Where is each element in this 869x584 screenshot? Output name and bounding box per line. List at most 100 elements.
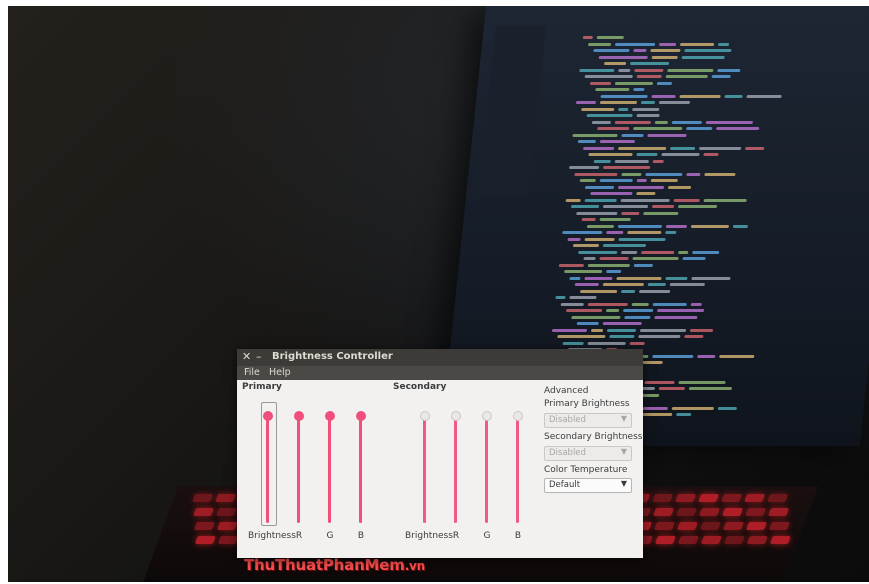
keyboard-key bbox=[746, 522, 767, 530]
close-icon[interactable]: ✕ bbox=[242, 350, 251, 363]
slider-knob[interactable] bbox=[420, 411, 430, 421]
slider-knob[interactable] bbox=[451, 411, 461, 421]
secondary-red-slider[interactable] bbox=[449, 411, 463, 523]
keyboard-key bbox=[699, 508, 721, 516]
code-line-segment bbox=[671, 406, 715, 410]
code-line-segment bbox=[569, 296, 597, 299]
code-line-segment bbox=[686, 172, 701, 176]
keyboard-key bbox=[194, 536, 216, 544]
secondary-blue-slider[interactable] bbox=[511, 411, 525, 523]
code-line-segment bbox=[667, 185, 692, 189]
code-line-segment bbox=[651, 55, 678, 59]
code-line-segment bbox=[661, 153, 700, 156]
code-line-segment bbox=[584, 237, 615, 241]
code-line-segment bbox=[679, 94, 721, 98]
code-line-segment bbox=[634, 68, 664, 72]
slider-knob[interactable] bbox=[294, 411, 304, 421]
secondary-brightness-slider[interactable] bbox=[418, 411, 432, 523]
keyboard-key bbox=[723, 522, 744, 530]
slider-track bbox=[266, 413, 269, 523]
code-line-segment bbox=[665, 231, 677, 234]
code-line-segment bbox=[682, 257, 706, 260]
code-line-segment bbox=[586, 224, 615, 228]
slider-knob[interactable] bbox=[263, 411, 273, 421]
code-line-segment bbox=[636, 114, 660, 117]
code-line-segment bbox=[602, 205, 649, 208]
keyboard-key bbox=[769, 522, 790, 530]
menu-help[interactable]: Help bbox=[269, 367, 291, 378]
code-line-segment bbox=[558, 263, 585, 267]
code-line-segment bbox=[639, 328, 687, 332]
code-line-segment bbox=[697, 354, 716, 358]
code-line-segment bbox=[564, 270, 603, 273]
code-line-segment bbox=[599, 101, 638, 104]
primary-green-slider[interactable] bbox=[323, 411, 337, 523]
code-line-segment bbox=[603, 62, 627, 65]
code-line-segment bbox=[590, 328, 604, 332]
code-line-segment bbox=[551, 328, 588, 332]
code-line-segment bbox=[719, 354, 755, 358]
code-line-segment bbox=[671, 120, 703, 124]
primary-b-label: B bbox=[357, 531, 365, 541]
keyboard-key bbox=[745, 508, 767, 516]
code-line-segment bbox=[716, 127, 760, 130]
code-line-segment bbox=[578, 250, 618, 254]
primary-red-slider[interactable] bbox=[292, 411, 306, 523]
code-line-segment bbox=[633, 49, 647, 52]
watermark-logo: ThuThuatPhanMem.vn bbox=[244, 556, 425, 574]
code-line-segment bbox=[574, 172, 618, 176]
keyboard-key bbox=[676, 508, 698, 516]
slider-knob[interactable] bbox=[513, 411, 523, 421]
code-line-segment bbox=[656, 309, 705, 312]
keyboard-key bbox=[215, 494, 237, 502]
primary-brightness-slider[interactable] bbox=[261, 411, 275, 523]
code-line-segment bbox=[614, 42, 656, 46]
code-line-segment bbox=[565, 309, 603, 312]
code-line-segment bbox=[632, 107, 660, 111]
code-line-segment bbox=[614, 120, 652, 124]
watermark-text: ThuThuatPhanMem bbox=[244, 556, 405, 574]
keyboard-key bbox=[769, 536, 791, 544]
code-line-segment bbox=[617, 224, 663, 228]
keyboard-key bbox=[216, 508, 238, 516]
slider-knob[interactable] bbox=[482, 411, 492, 421]
code-line-segment bbox=[582, 36, 593, 39]
slider-knob[interactable] bbox=[356, 411, 366, 421]
code-line-segment bbox=[658, 387, 686, 390]
keyboard-key bbox=[744, 494, 766, 502]
code-line-segment bbox=[658, 101, 691, 104]
slider-knob[interactable] bbox=[325, 411, 335, 421]
code-line-segment bbox=[583, 257, 596, 260]
code-line-segment bbox=[567, 237, 581, 241]
code-line-segment bbox=[600, 94, 648, 98]
code-line-segment bbox=[593, 159, 611, 163]
code-line-segment bbox=[629, 341, 645, 345]
code-line-segment bbox=[636, 192, 656, 195]
combo-value: Disabled bbox=[549, 415, 586, 425]
minimize-icon[interactable]: – bbox=[256, 350, 262, 363]
chevron-down-icon: ▼ bbox=[620, 414, 627, 423]
keyboard-key bbox=[722, 508, 744, 516]
secondary-b-label: B bbox=[514, 531, 522, 541]
code-line-segment bbox=[584, 185, 615, 189]
code-line-segment bbox=[704, 172, 736, 176]
code-line-segment bbox=[667, 68, 714, 72]
code-line-segment bbox=[641, 250, 675, 254]
title-bar: ✕ – Brightness Controller bbox=[237, 349, 643, 366]
code-line-segment bbox=[678, 250, 689, 254]
code-line-segment bbox=[703, 198, 747, 202]
menu-bar: File Help bbox=[237, 366, 643, 380]
secondary-green-slider[interactable] bbox=[480, 411, 494, 523]
code-line-segment bbox=[678, 380, 726, 384]
code-line-segment bbox=[602, 166, 651, 169]
code-line-segment bbox=[620, 198, 670, 202]
color-temperature-combo[interactable]: Default ▼ bbox=[544, 478, 632, 493]
code-line-segment bbox=[599, 257, 629, 260]
code-line-segment bbox=[614, 159, 649, 163]
menu-file[interactable]: File bbox=[244, 367, 260, 378]
code-line-segment bbox=[602, 322, 642, 325]
code-line-segment bbox=[580, 289, 618, 293]
code-line-segment bbox=[621, 211, 640, 215]
code-line-segment bbox=[705, 120, 754, 124]
primary-blue-slider[interactable] bbox=[354, 411, 368, 523]
